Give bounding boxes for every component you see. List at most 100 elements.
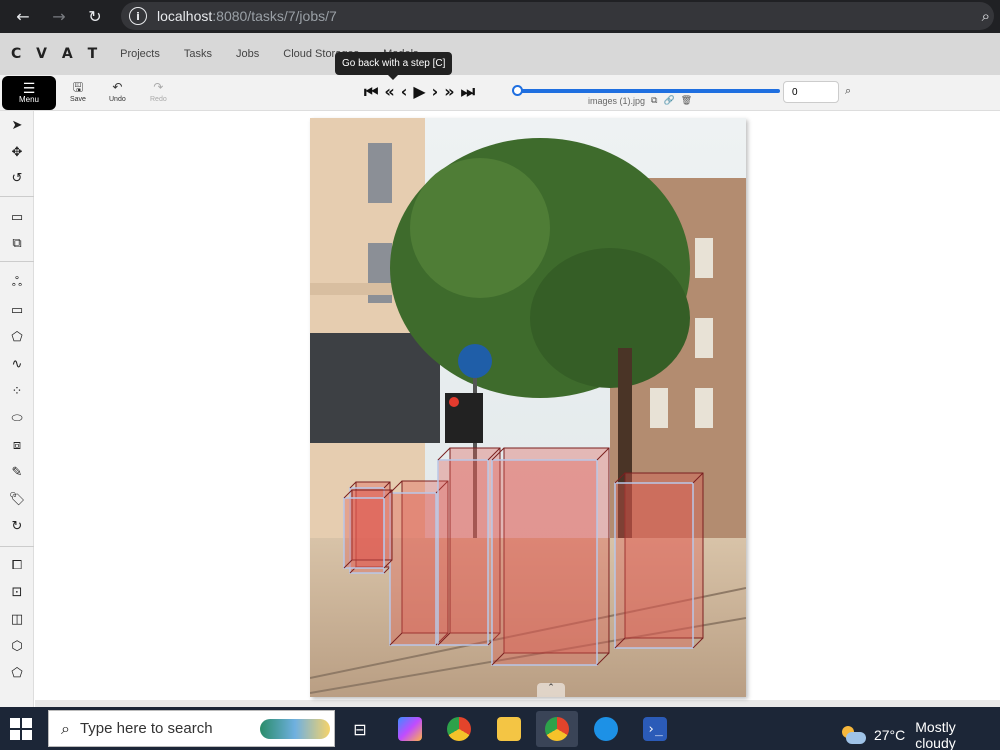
windows-start-icon[interactable] — [10, 718, 32, 740]
redo-icon: ↷ — [153, 80, 164, 94]
tooltip: Go back with a step [C] — [335, 52, 453, 75]
join-icon[interactable]: ⬡ — [8, 637, 26, 655]
annotation-toolbar: ☰ Menu 🖫 Save ↶ Undo ↷ Redo ⏮ « ‹ ▶ › » … — [0, 75, 1000, 111]
search-highlight-icon[interactable] — [260, 719, 330, 739]
menu-label: Menu — [18, 94, 39, 104]
sidebar-divider — [0, 546, 34, 547]
tooltip-arrow — [388, 75, 398, 80]
controls-sidebar: ➤ ✥ ↺ ▭ ⧉ ஃ ▭ ⬠ ∿ ⁘ ⬭ ⧈ ✎ 🏷 ↻ ⧠ ⊡ ◫ ⬡ ⬠ — [0, 111, 34, 707]
redo-label: Redo — [150, 96, 167, 103]
merge-icon[interactable]: ⧠ — [8, 556, 26, 574]
weather-temp: 27°C — [873, 727, 906, 743]
play-icon[interactable]: ▶ — [413, 82, 425, 102]
cuboid-edge — [383, 566, 391, 574]
last-frame-icon[interactable]: ⏭ — [461, 82, 475, 102]
sidebar-divider — [0, 196, 34, 197]
nav-tasks[interactable]: Tasks — [184, 48, 212, 60]
move-icon[interactable]: ✥ — [8, 143, 26, 161]
polygon-icon[interactable]: ⬠ — [8, 328, 26, 346]
redo-button[interactable]: ↷ Redo — [150, 80, 167, 103]
frame-slider-handle[interactable] — [512, 85, 523, 96]
first-frame-icon[interactable]: ⏮ — [364, 82, 378, 102]
hamburger-icon: ☰ — [22, 80, 36, 97]
mask-icon[interactable]: ✎ — [8, 463, 26, 481]
points-icon[interactable]: ⁘ — [8, 382, 26, 400]
cuboid-edge — [692, 637, 704, 649]
frame-number-input[interactable] — [783, 81, 839, 103]
copy-icon[interactable]: ⧉ — [651, 96, 657, 106]
cloudy-weather-icon — [840, 726, 866, 744]
nav-projects[interactable]: Projects — [120, 48, 160, 60]
next-frame-icon[interactable]: › — [432, 82, 439, 102]
polyline-icon[interactable]: ∿ — [8, 355, 26, 373]
browser-toolbar: ← → ↻ i localhost:8080/tasks/7/jobs/7 ⌕ — [0, 0, 1000, 33]
player-controls: ⏮ « ‹ ▶ › » ⏭ — [364, 82, 481, 102]
cuboid-edge — [614, 472, 626, 484]
cuboid-annotation[interactable] — [389, 492, 437, 646]
rectangle-icon[interactable]: ▭ — [8, 301, 26, 319]
docker-icon[interactable] — [585, 711, 627, 747]
ellipse-icon[interactable]: ⬭ — [8, 409, 26, 427]
frame-slider[interactable] — [516, 89, 780, 93]
menu-button[interactable]: ☰ Menu — [2, 76, 56, 110]
link-icon[interactable]: 🔗 — [663, 96, 674, 106]
cvat-logo[interactable]: C V A T — [11, 46, 102, 62]
previous-frame-icon[interactable]: ‹ — [401, 82, 408, 102]
save-label: Save — [70, 96, 86, 103]
copilot-icon[interactable] — [389, 711, 431, 747]
group-icon[interactable]: ⊡ — [8, 583, 26, 601]
search-placeholder: Type here to search — [79, 720, 213, 737]
forward-arrow-icon[interactable]: → — [44, 2, 74, 32]
cuboid-edge — [596, 652, 610, 666]
split-icon[interactable]: ◫ — [8, 610, 26, 628]
search-icon: ⌕ — [61, 718, 70, 738]
cuboid-annotation[interactable] — [343, 497, 385, 569]
zoom-icon[interactable]: ⌕ — [982, 7, 990, 25]
filename-text: images (1).jpg — [588, 96, 646, 106]
undo-button[interactable]: ↶ Undo — [109, 80, 126, 103]
address-bar[interactable]: i localhost:8080/tasks/7/jobs/7 ⌕ — [121, 2, 994, 30]
reload-icon[interactable]: ↻ — [80, 2, 110, 32]
fit-icon[interactable]: ▭ — [8, 208, 26, 226]
canvas-bottom-bar — [35, 700, 1000, 707]
cuboid-annotation[interactable] — [491, 459, 598, 666]
slice-icon[interactable]: ⬠ — [8, 664, 26, 682]
cursor-icon[interactable]: ➤ — [8, 116, 26, 134]
sidebar-divider — [0, 261, 34, 262]
ai-tools-icon[interactable]: ஃ — [8, 274, 26, 292]
chrome-icon[interactable] — [438, 711, 480, 747]
powershell-icon[interactable]: ›_ — [634, 711, 676, 747]
file-explorer-icon[interactable] — [488, 711, 530, 747]
cuboid-edge — [437, 447, 451, 461]
site-info-icon[interactable]: i — [129, 7, 147, 25]
opencv-icon[interactable]: ↻ — [8, 517, 26, 535]
taskbar-search[interactable]: ⌕ Type here to search — [48, 710, 335, 747]
cuboid-annotation[interactable] — [614, 482, 694, 649]
chrome-active-icon[interactable] — [536, 711, 578, 747]
annotation-layer — [343, 447, 704, 666]
filename-row: images (1).jpg ⧉ 🔗 🗑 — [588, 96, 692, 106]
zoom-region-icon[interactable]: ⧉ — [8, 234, 26, 252]
weather-text: Mostly cloudy — [915, 719, 956, 751]
undo-label: Undo — [109, 96, 126, 103]
delete-icon[interactable]: 🗑 — [681, 96, 692, 106]
undo-icon: ↶ — [112, 80, 123, 94]
task-view-icon[interactable]: ⊟ — [339, 711, 381, 747]
tag-icon[interactable]: 🏷 — [8, 490, 26, 508]
url-text[interactable]: localhost:8080/tasks/7/jobs/7 — [157, 8, 337, 24]
collapse-icon[interactable]: ⌃ — [537, 683, 565, 697]
weather-widget[interactable]: 27°C Mostly cloudy — [840, 719, 1000, 751]
cuboid-annotation[interactable] — [437, 459, 489, 646]
search-frame-icon[interactable]: ⌕ — [845, 84, 851, 98]
cuboid-edge — [349, 481, 357, 489]
save-icon: 🖫 — [72, 80, 84, 94]
back-arrow-icon[interactable]: ← — [8, 2, 38, 32]
app-header: C V A T Projects Tasks Jobs Cloud Storag… — [0, 33, 1000, 75]
annotated-image[interactable] — [310, 118, 746, 697]
forward-step-icon[interactable]: » — [444, 82, 454, 102]
rotate-icon[interactable]: ↺ — [8, 169, 26, 187]
save-button[interactable]: 🖫 Save — [70, 80, 86, 103]
back-step-icon[interactable]: « — [384, 82, 394, 102]
cuboid-icon[interactable]: ⧈ — [8, 436, 26, 454]
nav-jobs[interactable]: Jobs — [236, 48, 259, 60]
